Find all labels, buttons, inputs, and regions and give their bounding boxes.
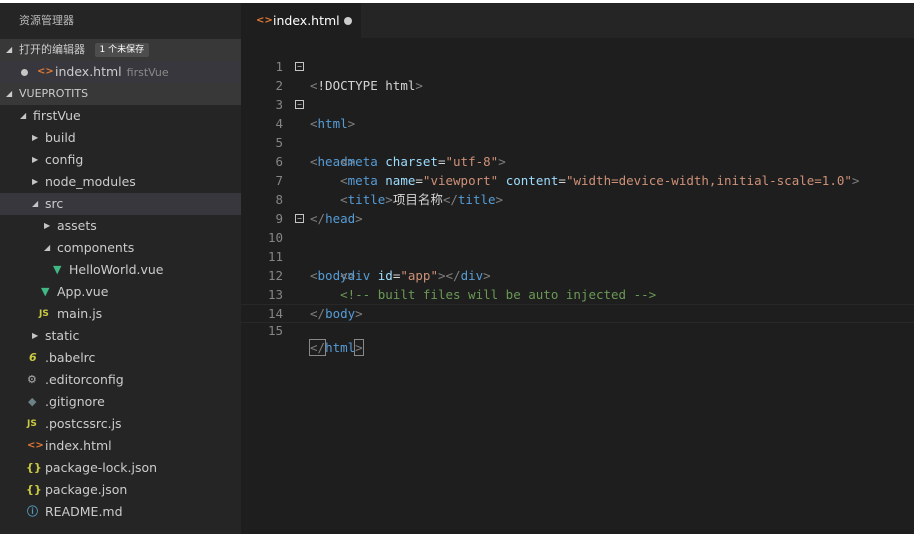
tree-file-package-json[interactable]: {} package.json: [0, 479, 241, 501]
tree-folder-src[interactable]: ◢ src: [0, 193, 241, 215]
code-line: 3: [241, 76, 914, 112]
code-line: 11 <div id="app"></div>: [241, 228, 914, 283]
tree-item-label: firstVue: [33, 108, 81, 123]
vue-file-icon: ▼: [41, 285, 50, 298]
open-editor-file-name: index.html: [55, 64, 122, 79]
open-editor-item-index-html[interactable]: <> index.html firstVue: [0, 61, 241, 83]
chevron-down-icon: ◢: [44, 243, 51, 252]
chevron-down-icon: ◢: [32, 199, 39, 208]
tree-folder-assets[interactable]: ▶ assets: [0, 215, 241, 237]
unsaved-badge: 1 个未保存: [94, 43, 150, 57]
tree-item-label: .postcssrc.js: [45, 416, 122, 431]
chevron-right-icon: ▶: [32, 331, 39, 340]
tab-index-html[interactable]: <> index.html: [241, 3, 361, 38]
chevron-right-icon: ▶: [44, 221, 51, 230]
explorer-title: 资源管理器: [19, 14, 74, 27]
project-label: VUEPROTITS: [19, 87, 89, 100]
open-editor-folder-name: firstVue: [126, 66, 169, 79]
code-token: html: [325, 340, 356, 355]
chevron-right-icon: ▶: [32, 177, 39, 186]
tree-file-helloworld-vue[interactable]: ▼ HelloWorld.vue: [0, 259, 241, 281]
tree-item-label: package-lock.json: [45, 460, 158, 475]
tree-item-label: README.md: [45, 504, 123, 519]
bracket-match: >: [354, 339, 364, 356]
babel-file-icon: 6: [29, 351, 37, 364]
chevron-right-icon: ▶: [32, 155, 39, 164]
tree-item-label: components: [57, 240, 135, 255]
tree-item-label: .gitignore: [45, 394, 105, 409]
bracket-match: </: [308, 339, 327, 356]
tree-folder-firstvue[interactable]: ◢ firstVue: [0, 105, 241, 127]
chevron-right-icon: ▶: [32, 133, 39, 142]
tree-item-label: index.html: [45, 438, 112, 453]
info-icon: ⓘ: [27, 505, 38, 518]
html-file-icon: <>: [27, 440, 44, 451]
html-file-icon: <>: [37, 66, 54, 77]
tree-file-readme-md[interactable]: ⓘ README.md: [0, 501, 241, 523]
code-line: 2 − <html>: [241, 57, 914, 131]
code-line: 14: [241, 285, 914, 321]
fold-toggle-icon[interactable]: −: [295, 214, 304, 223]
code-line: 5 <meta charset="utf-8">: [241, 114, 914, 169]
tree-item-label: config: [45, 152, 84, 167]
code-line: 8 </head>: [241, 171, 914, 226]
code-line-current: 15 </html>: [241, 304, 914, 356]
tree-item-label: src: [45, 196, 64, 211]
tree-folder-build[interactable]: ▶ build: [0, 127, 241, 149]
tree-item-label: static: [45, 328, 80, 343]
chevron-down-icon: ◢: [6, 89, 13, 98]
tree-folder-components[interactable]: ◢ components: [0, 237, 241, 259]
json-file-icon: {}: [26, 461, 42, 474]
tree-file-main-js[interactable]: JS main.js: [0, 303, 241, 325]
code-line: 12 <!-- built files will be auto injecte…: [241, 247, 914, 302]
tab-label: index.html: [273, 13, 340, 28]
project-section-header[interactable]: ◢ VUEPROTITS: [0, 83, 241, 105]
code-editor[interactable]: 1 <!DOCTYPE html> 2 − <html> 3 4 − <head…: [241, 38, 914, 534]
json-file-icon: {}: [26, 483, 42, 496]
tree-folder-node-modules[interactable]: ▶ node_modules: [0, 171, 241, 193]
vue-file-icon: ▼: [53, 263, 62, 276]
tree-file-package-lock-json[interactable]: {} package-lock.json: [0, 457, 241, 479]
tree-item-label: build: [45, 130, 76, 145]
tree-item-label: .babelrc: [45, 350, 96, 365]
tree-item-label: main.js: [57, 306, 103, 321]
open-editors-header[interactable]: ◢ 打开的编辑器 1 个未保存: [0, 39, 241, 61]
js-file-icon: JS: [27, 419, 37, 429]
html-file-icon: <>: [256, 15, 273, 26]
fold-toggle-icon[interactable]: −: [295, 100, 304, 109]
tree-folder-config[interactable]: ▶ config: [0, 149, 241, 171]
code-line: 1 <!DOCTYPE html>: [241, 38, 914, 93]
tree-item-label: node_modules: [45, 174, 136, 189]
code-line: 6 <meta name="viewport" content="width=d…: [241, 133, 914, 188]
tree-folder-static[interactable]: ▶ static: [0, 325, 241, 347]
tree-file-gitignore[interactable]: ◆ .gitignore: [0, 391, 241, 413]
js-file-icon: JS: [39, 309, 49, 319]
tree-file-app-vue[interactable]: ▼ App.vue: [0, 281, 241, 303]
chevron-down-icon: ◢: [6, 45, 13, 54]
code-line: 10 − <body>: [241, 209, 914, 283]
code-line: 4 − <head>: [241, 95, 914, 169]
tree-file-babelrc[interactable]: 6 .babelrc: [0, 347, 241, 369]
tree-item-label: HelloWorld.vue: [69, 262, 164, 277]
git-icon: ◆: [28, 395, 37, 408]
editor-tab-bar: <> index.html: [241, 3, 914, 38]
line-number: 15: [267, 323, 283, 338]
unsaved-dot-icon[interactable]: [344, 17, 352, 25]
gear-icon: ⚙: [27, 373, 37, 386]
explorer-sidebar: 资源管理器 ◢ 打开的编辑器 1 个未保存 <> index.html first…: [0, 3, 241, 534]
tree-file-postcssrc-js[interactable]: JS .postcssrc.js: [0, 413, 241, 435]
code-line: 9: [241, 190, 914, 226]
fold-toggle-icon[interactable]: −: [295, 62, 304, 71]
tree-item-label: assets: [57, 218, 97, 233]
tree-file-editorconfig[interactable]: ⚙ .editorconfig: [0, 369, 241, 391]
code-line: 13 </body>: [241, 266, 914, 321]
open-editors-label: 打开的编辑器: [19, 43, 85, 56]
tree-item-label: package.json: [45, 482, 128, 497]
code-line: 7 <title>项目名称</title>: [241, 152, 914, 207]
tree-file-index-html[interactable]: <> index.html: [0, 435, 241, 457]
tree-item-label: .editorconfig: [45, 372, 124, 387]
tree-item-label: App.vue: [57, 284, 109, 299]
unsaved-dot-icon[interactable]: [21, 69, 28, 76]
chevron-down-icon: ◢: [20, 111, 27, 120]
